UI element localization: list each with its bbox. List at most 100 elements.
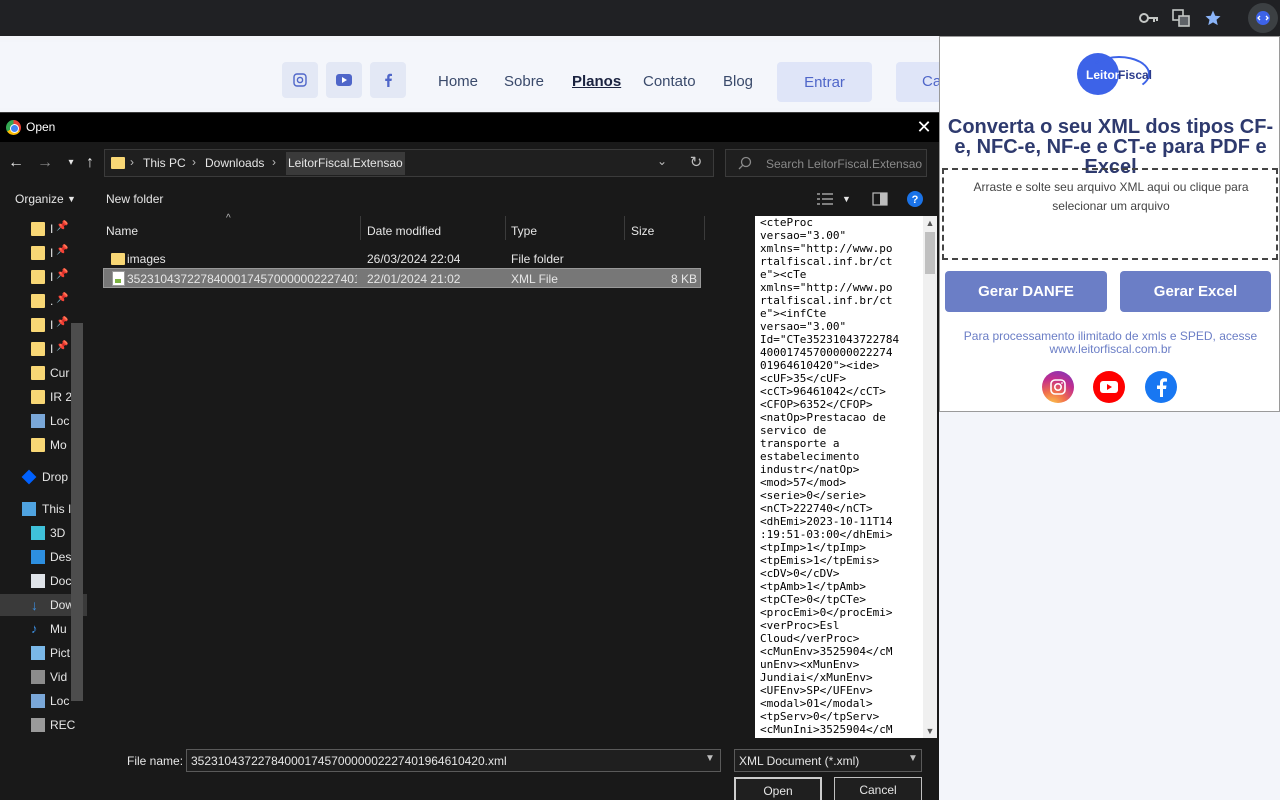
folder-icon	[111, 253, 125, 265]
preview-scrollbar[interactable]: ▲ ▼	[923, 216, 937, 738]
chrome-icon	[6, 120, 21, 135]
file-type-select[interactable]: XML Document (*.xml)	[734, 749, 922, 772]
folder-icon	[31, 270, 45, 284]
instagram-icon[interactable]	[1042, 371, 1074, 403]
nav-home[interactable]: Home	[438, 73, 478, 90]
gerar-danfe-button[interactable]: Gerar DANFE	[945, 271, 1107, 312]
browser-toolbar	[0, 0, 1280, 36]
preview-scrollbar-thumb[interactable]	[925, 232, 935, 274]
translate-icon[interactable]	[1170, 7, 1192, 29]
chevron-down-icon[interactable]: ▼	[705, 753, 715, 764]
chevron-down-icon[interactable]: ▼	[908, 753, 918, 764]
new-folder-button[interactable]: New folder	[106, 192, 163, 206]
column-divider[interactable]	[505, 216, 506, 240]
breadcrumb-current-folder[interactable]: LeitorFiscal.Extensao	[286, 152, 405, 175]
3d-objects-icon	[31, 526, 45, 540]
scroll-down-icon[interactable]: ▼	[923, 724, 937, 738]
download-icon: ↓	[31, 597, 38, 613]
preview-pane[interactable]: <cteProc versao="3.00" xmlns="http://www…	[755, 216, 923, 738]
nav-pane-item[interactable]: I 📌	[0, 266, 87, 288]
column-date[interactable]: Date modified	[367, 224, 441, 238]
star-icon[interactable]	[1202, 7, 1224, 29]
key-icon[interactable]	[1138, 7, 1160, 29]
folder-icon	[31, 246, 45, 260]
documents-icon	[31, 574, 45, 588]
nav-sobre[interactable]: Sobre	[504, 73, 544, 90]
breadcrumb-downloads[interactable]: Downloads	[205, 156, 264, 170]
youtube-icon[interactable]	[1093, 371, 1125, 403]
gerar-excel-button[interactable]: Gerar Excel	[1120, 271, 1271, 312]
close-icon[interactable]: ✕	[914, 117, 934, 137]
back-icon[interactable]: ←	[7, 154, 25, 172]
column-type[interactable]: Type	[511, 224, 537, 238]
nav-planos[interactable]: Planos	[572, 73, 621, 90]
logo-text-leitor: Leitor	[1086, 68, 1120, 82]
xml-dropzone[interactable]: Arraste e solte seu arquivo XML aqui ou …	[942, 168, 1278, 260]
chevron-right-icon[interactable]: ›	[130, 155, 134, 169]
nav-pane-item[interactable]: . 📌	[0, 290, 87, 312]
nav-pane-item[interactable]: I 📌	[0, 218, 87, 240]
column-divider[interactable]	[624, 216, 625, 240]
facebook-icon[interactable]	[1145, 371, 1177, 403]
folder-icon	[31, 294, 45, 308]
folder-icon	[31, 366, 45, 380]
search-input[interactable]: Search LeitorFiscal.Extensao	[725, 149, 927, 177]
open-file-dialog: Open ✕ ← → ▾ ↑ › This PC › Downloads › L…	[0, 112, 939, 800]
column-divider[interactable]	[704, 216, 705, 240]
instagram-icon[interactable]	[282, 62, 318, 98]
column-size[interactable]: Size	[631, 224, 654, 238]
folder-icon	[31, 390, 45, 404]
table-row-selected[interactable]: 35231043722784000174570000002227401964..…	[103, 268, 701, 288]
view-options-icon[interactable]	[817, 193, 833, 205]
folder-icon	[31, 222, 45, 236]
column-divider[interactable]	[360, 216, 361, 240]
nav-blog[interactable]: Blog	[723, 73, 753, 90]
disk-icon	[31, 414, 45, 428]
popup-note[interactable]: Para processamento ilimitado de xmls e S…	[950, 330, 1271, 356]
file-name-field[interactable]: 3523104372278400017457000000222740196461…	[186, 749, 721, 772]
refresh-icon[interactable]: ↻	[686, 153, 706, 173]
organize-button[interactable]: Organize	[15, 192, 64, 206]
sort-up-icon: ^	[226, 213, 231, 224]
dropbox-icon	[21, 469, 37, 485]
nav-pane-item[interactable]: REC	[0, 714, 87, 736]
entrar-button[interactable]: Entrar	[777, 62, 872, 102]
breadcrumb-this-pc[interactable]: This PC	[143, 156, 186, 170]
nav-contato[interactable]: Contato	[643, 73, 696, 90]
pin-icon: 📌	[56, 341, 69, 352]
help-icon[interactable]: ?	[907, 191, 923, 207]
open-button[interactable]: Open	[734, 777, 822, 800]
youtube-icon[interactable]	[326, 62, 362, 98]
up-icon[interactable]: ↑	[81, 154, 99, 172]
nav-pane-item[interactable]: I 📌	[0, 242, 87, 264]
chevron-right-icon[interactable]: ›	[192, 155, 196, 169]
recent-locations-icon[interactable]: ▾	[62, 154, 80, 172]
file-name: 35231043722784000174570000002227401964..…	[127, 272, 357, 286]
facebook-icon[interactable]	[370, 62, 406, 98]
column-name[interactable]: Name	[106, 224, 138, 238]
cancel-button[interactable]: Cancel	[834, 777, 922, 800]
extension-popup: Leitor Fiscal Converta o seu XML dos tip…	[939, 36, 1280, 412]
forward-icon[interactable]: →	[36, 154, 54, 172]
dialog-titlebar: Open ✕	[0, 113, 939, 142]
file-date: 26/03/2024 22:04	[367, 252, 461, 266]
search-icon	[738, 156, 752, 170]
dropzone-text: Arraste e solte seu arquivo XML aqui ou …	[973, 180, 1249, 213]
chevron-down-icon[interactable]: ▼	[67, 194, 76, 204]
file-name: images	[127, 252, 166, 266]
computer-icon	[22, 502, 36, 516]
file-name-label: File name:	[127, 754, 184, 768]
file-list: ^ Name Date modified Type Size images 26…	[98, 213, 752, 738]
nav-pane-scrollbar[interactable]	[71, 323, 83, 701]
folder-icon	[31, 342, 45, 356]
chevron-down-icon[interactable]: ▼	[842, 194, 851, 204]
pin-icon: 📌	[56, 221, 69, 232]
preview-pane-icon[interactable]	[872, 192, 888, 206]
address-bar[interactable]: › This PC › Downloads › LeitorFiscal.Ext…	[104, 149, 714, 177]
table-row[interactable]: images 26/03/2024 22:04 File folder	[103, 249, 701, 269]
disk-icon	[31, 694, 45, 708]
chevron-right-icon[interactable]: ›	[272, 155, 276, 169]
scroll-up-icon[interactable]: ▲	[923, 216, 937, 230]
chevron-down-icon[interactable]: ⌄	[657, 154, 667, 168]
extension-icon[interactable]	[1248, 3, 1278, 33]
